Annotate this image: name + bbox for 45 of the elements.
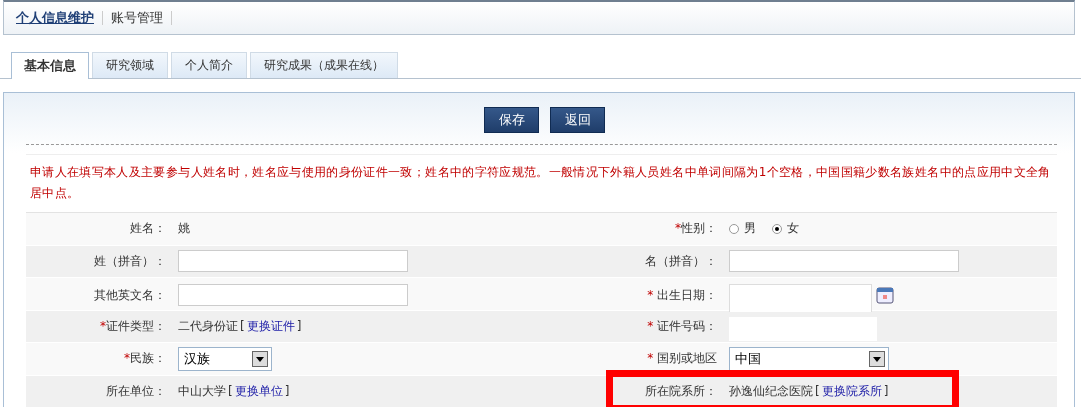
change-link[interactable]: 更换院系所 xyxy=(821,382,882,400)
bracket: [ xyxy=(228,384,233,399)
dropdown-icon xyxy=(869,350,885,367)
field-label: *民族： xyxy=(124,350,166,368)
nav-link[interactable]: 个人信息维护 xyxy=(16,9,94,27)
field-label: 其他英文名： xyxy=(94,286,166,304)
tab[interactable]: 研究领域 xyxy=(92,52,168,78)
field-label: *证件类型： xyxy=(100,317,166,335)
tab[interactable]: 个人简介 xyxy=(171,52,247,78)
field-label: 姓名： xyxy=(130,220,166,238)
input-field[interactable] xyxy=(729,250,959,273)
date-field[interactable] xyxy=(729,284,872,312)
field-value: 中山大学 xyxy=(178,382,226,400)
field-label: 姓（拼音）： xyxy=(94,252,166,270)
tab[interactable]: 基本信息 xyxy=(11,52,89,79)
change-link[interactable]: 更换证件 xyxy=(246,317,295,335)
save-button[interactable]: 保存 xyxy=(484,107,539,133)
field-label: 所在单位： xyxy=(106,382,166,400)
field-value: 姚 xyxy=(178,220,190,238)
field-label: 名（拼音）： xyxy=(645,252,717,270)
field-label: * 出生日期： xyxy=(647,286,717,304)
tab[interactable]: 研究成果（成果在线） xyxy=(250,52,398,78)
input-field[interactable] xyxy=(178,284,408,306)
radio-option[interactable]: 男 xyxy=(729,220,756,238)
calendar-icon[interactable] xyxy=(876,286,894,304)
field-label: *性别： xyxy=(675,220,717,238)
notice-text: 申请人在填写本人及主要参与人姓名时，姓名应与使用的身份证件一致；姓名中的字符应规范。一般情况下外籍人员姓名中单词间隔为1个空格，中国国籍少数名族姓名中的点应用中文全角居中点。 xyxy=(26,154,1057,213)
field-value: 孙逸仙纪念医院 xyxy=(729,382,813,400)
bracket: [ xyxy=(240,319,245,334)
radio-option[interactable]: 女 xyxy=(772,220,799,238)
bracket: [ xyxy=(815,384,820,399)
change-link[interactable]: 更换单位 xyxy=(234,382,283,400)
bracket: ] xyxy=(883,384,889,399)
nav-link[interactable]: 账号管理 xyxy=(111,9,163,27)
dropdown-icon xyxy=(252,350,268,367)
field-label: * 证件号码： xyxy=(647,317,717,335)
select-field[interactable]: 中国 xyxy=(729,346,889,371)
field-value: 二代身份证 xyxy=(178,317,238,335)
field-label: 所在院系所： xyxy=(645,382,717,400)
back-button[interactable]: 返回 xyxy=(550,107,605,133)
select-field[interactable]: 汉族 xyxy=(178,346,272,371)
field-label: * 国别或地区 xyxy=(647,350,717,368)
bracket: ] xyxy=(284,384,290,399)
bracket: ] xyxy=(296,319,302,334)
input-field[interactable] xyxy=(178,250,408,273)
